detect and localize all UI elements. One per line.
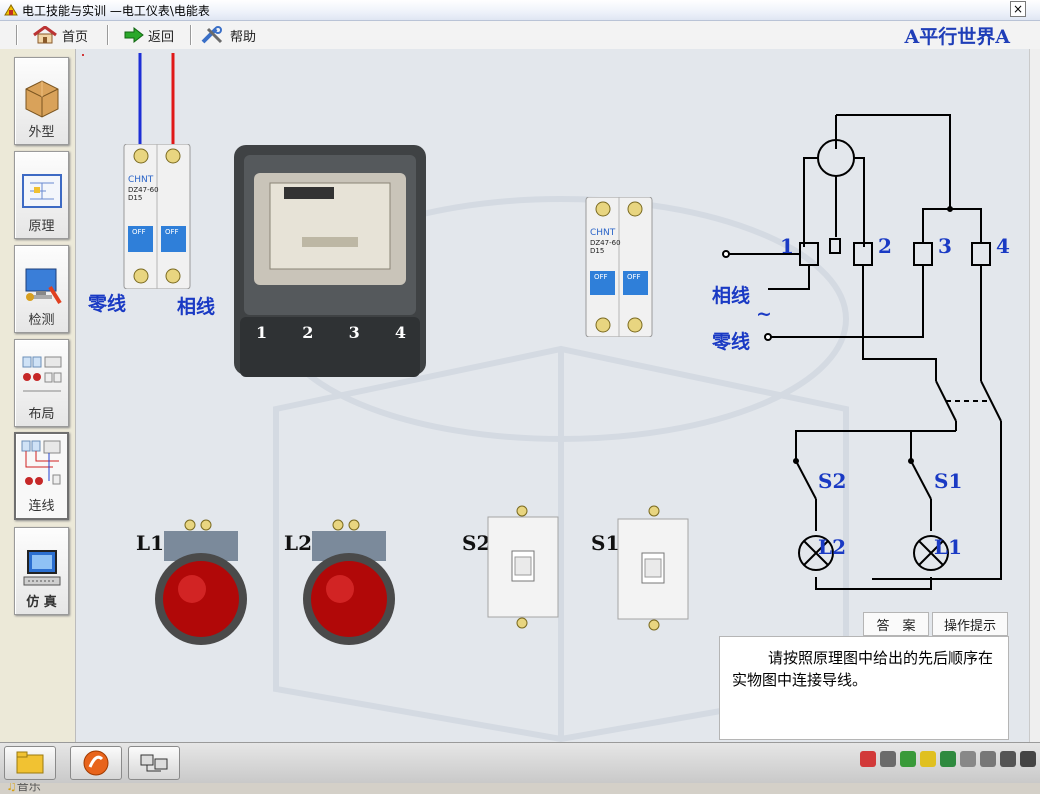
sidebar-item-label: 原理 — [28, 219, 55, 234]
meter-terminal-1[interactable]: 1 — [256, 323, 267, 342]
taskbar-network-button[interactable] — [128, 746, 180, 780]
schematic-lamp-l2: L2 — [818, 535, 846, 559]
home-label: 首页 — [62, 29, 89, 45]
breaker-off-label: OFF — [132, 228, 146, 236]
back-button[interactable]: 返回 — [124, 24, 174, 46]
wiring-icon — [21, 440, 60, 485]
circuit-breaker-right[interactable]: CHNT DZ47-60 D15 OFF OFF — [584, 197, 654, 337]
breaker-off-label: OFF — [627, 273, 641, 281]
tips-button[interactable]: 操作提示 — [932, 612, 1008, 636]
add-tray-icon[interactable] — [920, 751, 936, 767]
phase-line-label: 相线 — [177, 296, 216, 318]
answer-button[interactable]: 答 案 — [863, 612, 929, 636]
ac-symbol: ~ — [756, 303, 772, 325]
sidebar-item-detection[interactable]: 检测 — [14, 245, 69, 333]
breaker-off-label: OFF — [165, 228, 179, 236]
schematic-switch-s2: S2 — [818, 469, 847, 493]
hint-panel: 请按照原理图中给出的先后顺序在实物图中连接导线。 — [719, 636, 1009, 740]
breaker-rating: D15 — [128, 194, 142, 202]
taskbar — [0, 742, 1040, 783]
volume-tray-icon[interactable] — [1020, 751, 1036, 767]
lamp-l2[interactable] — [296, 519, 406, 647]
window-title: 电工技能与实训 —电工仪表\电能表 — [22, 4, 210, 18]
meter-terminal-2[interactable]: 2 — [302, 323, 313, 342]
coil-1 — [799, 242, 819, 266]
sidebar-item-label: 外型 — [28, 125, 55, 140]
image-tray-icon[interactable] — [860, 751, 876, 767]
sidebar-item-label: 连线 — [28, 499, 55, 514]
sidebar-item-principle[interactable]: 原理 — [14, 151, 69, 239]
toolbar-separator — [16, 25, 18, 45]
system-tray — [860, 751, 1036, 767]
tools-icon — [201, 26, 223, 44]
breaker-model: DZ47-60 — [590, 239, 621, 247]
sidebar-item-simulation[interactable]: 仿 真 — [14, 527, 69, 615]
box-icon — [25, 80, 58, 118]
shield-tray-icon[interactable] — [940, 751, 956, 767]
breaker-rating: D15 — [590, 247, 604, 255]
app-logo-icon — [83, 750, 109, 776]
sidebar-item-layout[interactable]: 布局 — [14, 339, 69, 427]
schematic-terminal-2: 2 — [878, 234, 892, 258]
back-label: 返回 — [148, 29, 175, 45]
computer-icon — [23, 550, 60, 586]
breaker-off-label: OFF — [594, 273, 608, 281]
home-button[interactable]: 首页 — [32, 24, 88, 46]
circuit-schematic — [722, 114, 1002, 590]
schematic-terminal-3: 3 — [938, 234, 952, 258]
house-icon — [33, 26, 57, 44]
brand-title: A平行世界A — [904, 26, 1010, 48]
switch-s2[interactable] — [486, 503, 560, 633]
help-label: 帮助 — [230, 29, 257, 45]
meter-terminal-block: 1 2 3 4 — [246, 317, 416, 373]
computer-tools-icon — [25, 268, 62, 305]
coil-4 — [971, 242, 991, 266]
device-tray-icon[interactable] — [880, 751, 896, 767]
breaker-brand: CHNT — [128, 175, 154, 185]
hint-text: 请按照原理图中给出的先后顺序在实物图中连接导线。 — [732, 649, 994, 689]
sidebar-item-wiring[interactable]: 连线 — [14, 432, 69, 520]
neutral-line-label: 零线 — [88, 293, 127, 315]
schematic-terminal-1: 1 — [780, 234, 794, 258]
network-computers-icon — [140, 754, 168, 772]
toolbar: 首页 返回 帮助 A平行世界A — [0, 21, 1040, 50]
schematic-neutral-label: 零线 — [712, 331, 751, 353]
title-bar: 电工技能与实训 —电工仪表\电能表 × — [0, 0, 1040, 21]
sidebar-item-label: 布局 — [28, 407, 55, 422]
meter-terminal-3[interactable]: 3 — [349, 323, 360, 342]
security-tray-icon[interactable] — [900, 751, 916, 767]
breaker-brand: CHNT — [590, 228, 616, 238]
cursor-dot — [82, 54, 84, 56]
toolbar-separator — [190, 25, 192, 45]
sidebar-item-appearance[interactable]: 外型 — [14, 57, 69, 145]
lamp-l1[interactable] — [148, 519, 258, 647]
schematic-terminal-4: 4 — [996, 234, 1010, 258]
circuit-breaker-left[interactable]: CHNT DZ47-60 D15 OFF OFF — [122, 144, 192, 289]
sidebar: 外型 原理 检测 布局 连线 仿 真 ♫音乐 — [0, 49, 76, 793]
help-button[interactable]: 帮助 — [200, 24, 256, 46]
connection-tray-icon[interactable] — [980, 751, 996, 767]
taskbar-app-button[interactable] — [70, 746, 122, 780]
schematic-icon — [21, 174, 62, 208]
meter-terminal-4[interactable]: 4 — [395, 323, 406, 342]
flag-tray-icon[interactable] — [960, 751, 976, 767]
arrow-right-icon — [124, 27, 144, 43]
schematic-phase-label: 相线 — [712, 285, 751, 307]
toolbar-separator — [107, 25, 109, 45]
app-icon — [4, 4, 18, 16]
layout-icon — [22, 356, 61, 392]
taskbar-explorer-button[interactable] — [4, 746, 56, 780]
sidebar-item-label: 仿 真 — [26, 595, 57, 610]
switch-s1[interactable] — [614, 503, 692, 633]
schematic-lamp-l1: L1 — [934, 535, 962, 559]
vertical-scrollbar[interactable] — [1029, 49, 1040, 742]
coil-3 — [913, 242, 933, 266]
close-button[interactable]: × — [1010, 1, 1026, 17]
sidebar-item-label: 检测 — [28, 313, 55, 328]
breaker-model: DZ47-60 — [128, 186, 159, 194]
signal-tray-icon[interactable] — [1000, 751, 1016, 767]
folder-icon — [16, 751, 44, 774]
schematic-switch-s1: S1 — [934, 469, 963, 493]
